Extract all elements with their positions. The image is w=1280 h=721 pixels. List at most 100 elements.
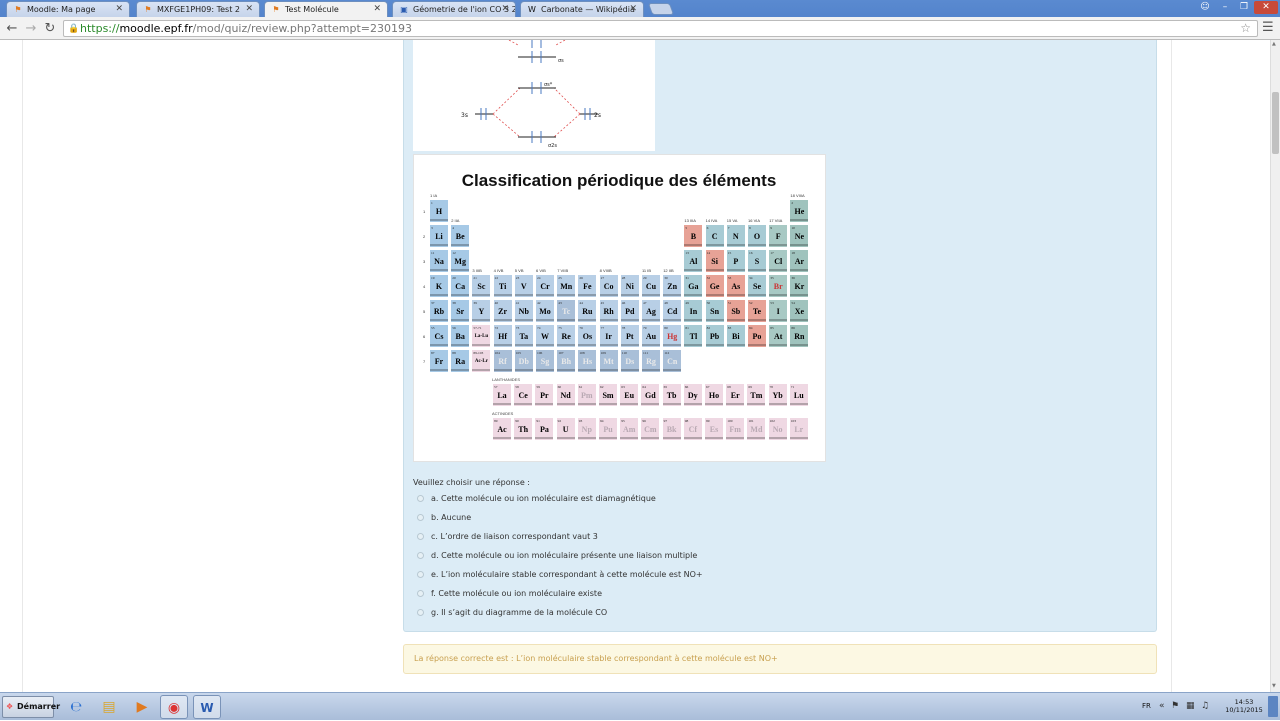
reload-icon[interactable]: ↻	[41, 20, 59, 38]
element-number: 104	[494, 351, 500, 355]
radio-button[interactable]	[417, 590, 424, 597]
element-number: 109	[600, 351, 606, 355]
menu-icon[interactable]: ☰	[1262, 20, 1274, 35]
group-label: 1 IA	[430, 193, 437, 198]
element-symbol: Pd	[625, 307, 635, 316]
radio-button[interactable]	[417, 495, 424, 502]
element-name-bar	[705, 403, 723, 405]
periodic-table-title: Classification périodique des éléments	[461, 171, 777, 190]
radio-button[interactable]	[417, 552, 424, 559]
radio-button[interactable]	[417, 609, 424, 616]
language-indicator[interactable]: FR	[1142, 702, 1151, 710]
tab-2[interactable]: ⚑ MXFGE1PH09: Test 2 ✕	[136, 1, 260, 17]
chrome-icon[interactable]: ◉	[160, 695, 188, 719]
element-name-bar	[493, 319, 512, 321]
scrollbar-thumb[interactable]	[1272, 92, 1279, 154]
tab-5[interactable]: W Carbonate — Wikipédia ✕	[520, 1, 644, 17]
media-player-icon[interactable]: ▶	[128, 695, 156, 719]
element-name-bar	[620, 319, 639, 321]
element-name-bar	[514, 369, 533, 371]
element-symbol: Hg	[667, 332, 678, 341]
element-number: 90	[515, 419, 519, 423]
user-icon[interactable]: ☺	[1196, 1, 1214, 14]
volume-icon[interactable]: ♫	[1201, 701, 1209, 711]
maximize-icon[interactable]: ❐	[1235, 1, 1253, 14]
element-cell: 106 Sg	[535, 349, 555, 373]
element-number: 100	[727, 419, 733, 423]
forward-icon[interactable]: →	[22, 20, 40, 38]
radio-button[interactable]	[417, 571, 424, 578]
element-name-bar	[514, 319, 533, 321]
word-icon[interactable]: W	[193, 695, 221, 719]
element-name-bar	[684, 294, 703, 296]
tray-expand-icon[interactable]: «	[1159, 701, 1165, 711]
element-symbol: Na	[434, 257, 444, 266]
element-cell: 8O	[747, 224, 767, 248]
file-explorer-icon[interactable]: ▤	[95, 695, 123, 719]
tab-close-icon[interactable]: ✕	[373, 4, 381, 14]
start-button[interactable]: ❖ Démarrer	[2, 696, 60, 718]
element-cell: 25 Mn	[556, 274, 577, 298]
element-symbol: Cd	[667, 307, 678, 316]
tab-1[interactable]: ⚑ Moodle: Ma page ✕	[6, 1, 130, 17]
group-label: 8 VIIIB	[600, 268, 612, 273]
group-name: VA	[732, 218, 738, 223]
element-cell: 104 Rf	[492, 349, 513, 373]
minimize-icon[interactable]: –	[1216, 1, 1234, 14]
scroll-up-icon[interactable]: ▲	[1272, 41, 1276, 47]
element-number: 64	[642, 385, 646, 389]
tab-close-icon[interactable]: ✕	[501, 4, 509, 14]
element-symbol: Zn	[667, 282, 678, 291]
element-number: 8	[749, 226, 751, 230]
clock[interactable]: 14:53 10/11/2015	[1222, 698, 1266, 714]
element-name-bar	[577, 403, 596, 405]
element-name-bar	[726, 269, 745, 271]
tab-3[interactable]: ⚑ Test Molécule ✕	[264, 1, 388, 17]
element-symbol: Ce	[518, 391, 528, 400]
show-desktop-button[interactable]	[1268, 696, 1278, 717]
element-symbol: No	[772, 425, 783, 434]
element-cell: 30 Zn	[662, 274, 683, 298]
tab-4[interactable]: ▣ Géometrie de l'ion CO 3 2- ✕	[392, 1, 516, 17]
image-icon: ▣	[400, 5, 408, 14]
radio-button[interactable]	[417, 533, 424, 540]
element-symbol: Tl	[689, 332, 698, 341]
scroll-down-icon[interactable]: ▼	[1272, 683, 1276, 689]
element-number: 48	[664, 301, 668, 305]
element-number: 69	[748, 385, 752, 389]
vertical-scrollbar[interactable]: ▲ ▼	[1270, 40, 1280, 692]
element-cell: 57-71 La-Lu	[471, 324, 492, 348]
tab-close-icon[interactable]: ✕	[629, 4, 637, 14]
element-name-bar	[789, 403, 808, 405]
element-symbol: Cf	[688, 425, 698, 434]
network-icon[interactable]: ▦	[1186, 701, 1195, 711]
element-symbol: Y	[478, 307, 485, 316]
element-cell: 4 Be	[450, 224, 471, 248]
bookmark-star-icon[interactable]: ☆	[1240, 21, 1251, 36]
radio-button[interactable]	[417, 514, 424, 521]
address-bar[interactable]: 🔒 https://moodle.epf.fr/mod/quiz/review.…	[63, 20, 1258, 37]
element-name-bar	[663, 294, 682, 296]
element-number: 85	[770, 326, 774, 330]
element-symbol: Sb	[731, 307, 741, 316]
element-number: 50	[706, 301, 711, 305]
flag-icon[interactable]: ⚑	[1171, 701, 1179, 711]
tab-close-icon[interactable]: ✕	[245, 4, 253, 14]
group-name: IVB	[496, 268, 504, 273]
group-name: IB	[647, 268, 652, 273]
element-number: 13	[685, 251, 689, 255]
tab-title: Test Molécule	[285, 5, 339, 14]
element-number: 34	[749, 276, 753, 280]
element-symbol: Gd	[645, 391, 656, 400]
back-icon[interactable]: ←	[3, 20, 21, 38]
internet-explorer-icon[interactable]: ℮	[62, 695, 90, 719]
close-window-icon[interactable]: ✕	[1254, 1, 1278, 14]
element-name-bar	[493, 344, 512, 346]
group-number: 8	[599, 268, 602, 273]
element-symbol: Pb	[709, 332, 720, 341]
new-tab-button[interactable]	[647, 3, 675, 15]
element-name-bar	[620, 344, 639, 346]
tab-close-icon[interactable]: ✕	[115, 4, 123, 14]
element-cell: 108 Hs	[577, 349, 598, 373]
element-symbol: Fr	[434, 357, 444, 366]
